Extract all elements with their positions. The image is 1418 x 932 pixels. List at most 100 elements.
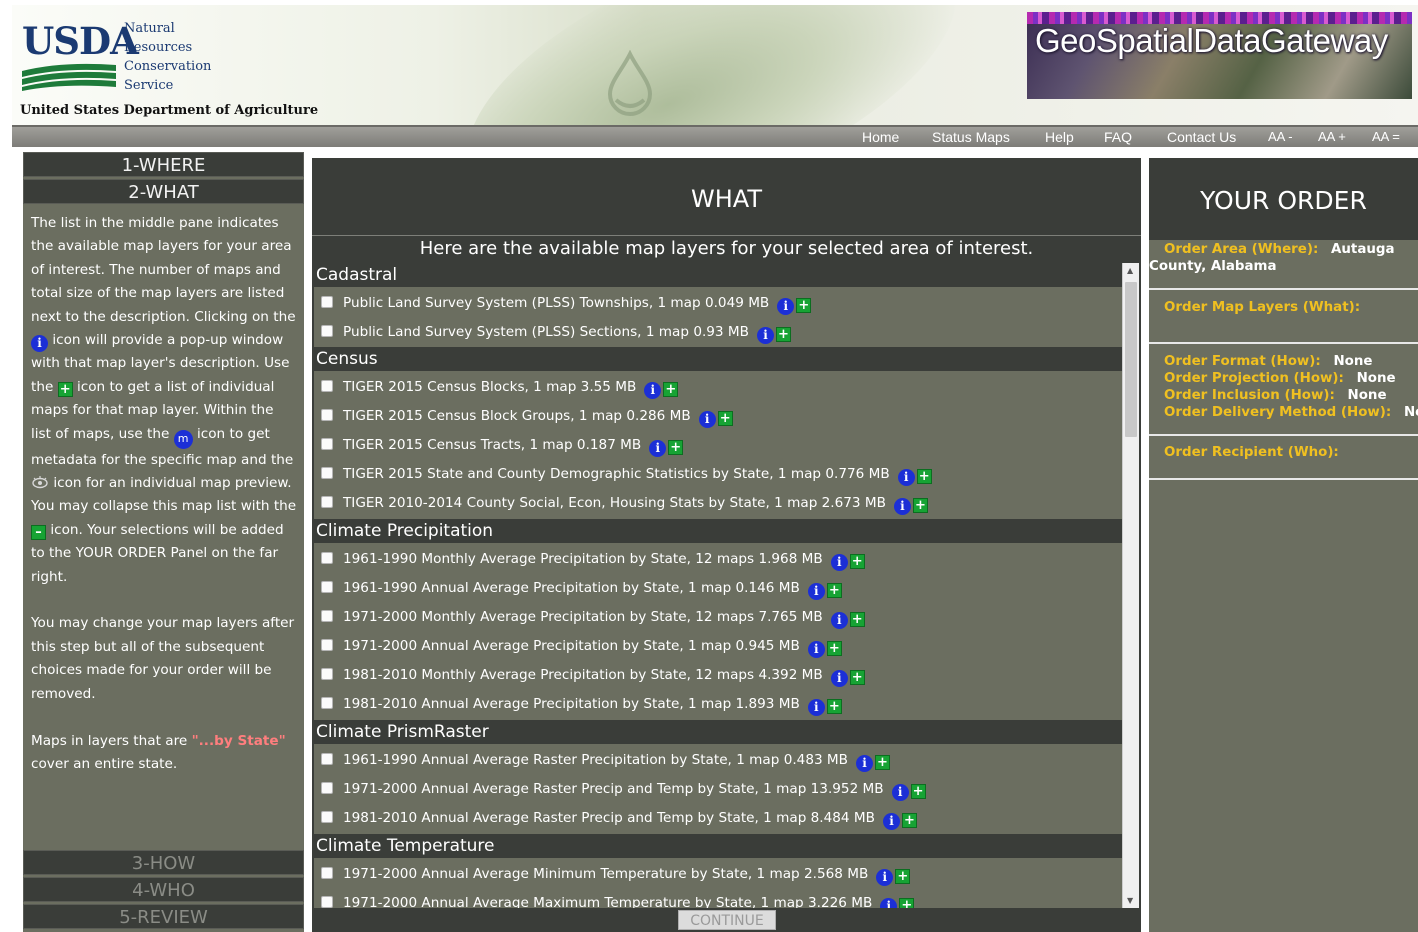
layer-item: TIGER 2015 Census Tracts, 1 map 0.187 MB… <box>321 431 1121 460</box>
layer-item: TIGER 2015 Census Block Groups, 1 map 0.… <box>321 402 1121 431</box>
layer-item: 1971-2000 Annual Average Precipitation b… <box>321 632 1121 661</box>
plus-icon[interactable]: + <box>796 298 812 313</box>
scroll-up-icon[interactable]: ▲ <box>1127 266 1133 275</box>
scrollbar-thumb[interactable] <box>1125 282 1137 437</box>
layer-checkbox[interactable] <box>321 697 333 709</box>
info-icon[interactable]: i <box>830 670 848 687</box>
info-icon[interactable]: i <box>644 382 662 399</box>
layer-checkbox[interactable] <box>321 668 333 680</box>
info-icon[interactable]: i <box>649 440 667 457</box>
info-icon[interactable]: i <box>830 554 848 571</box>
nav-faq[interactable]: FAQ <box>1104 129 1132 145</box>
plus-icon[interactable]: + <box>899 898 915 908</box>
scroll-down-icon[interactable]: ▼ <box>1127 896 1133 905</box>
info-icon[interactable]: i <box>807 641 825 658</box>
plus-icon[interactable]: + <box>826 641 842 656</box>
plus-icon[interactable]: + <box>916 469 932 484</box>
continue-bar: CONTINUE <box>312 908 1141 932</box>
order-delivery-value: None <box>1403 405 1418 420</box>
info-icon[interactable]: i <box>756 327 774 344</box>
info-icon[interactable]: i <box>856 755 873 772</box>
plus-icon[interactable]: + <box>668 440 684 455</box>
minus-icon: – <box>31 524 46 540</box>
plus-icon[interactable]: + <box>826 583 842 598</box>
nav-help[interactable]: Help <box>1045 129 1074 145</box>
layer-item: 1961-1990 Annual Average Raster Precipit… <box>321 746 1121 775</box>
plus-icon: + <box>57 381 73 397</box>
step-who: 4-WHO <box>23 877 304 902</box>
layer-checkbox[interactable] <box>321 296 333 308</box>
plus-icon[interactable]: + <box>775 327 791 342</box>
info-icon[interactable]: i <box>882 813 900 830</box>
layer-checkbox[interactable] <box>321 610 333 622</box>
layer-item: TIGER 2015 State and County Demographic … <box>321 460 1121 489</box>
order-title: YOUR ORDER <box>1149 158 1418 240</box>
nav-status-maps[interactable]: Status Maps <box>932 129 1010 145</box>
order-inclusion-value: None <box>1347 388 1387 403</box>
layer-checkbox[interactable] <box>321 552 333 564</box>
layer-checkbox[interactable] <box>321 782 333 794</box>
layer-checkbox[interactable] <box>321 467 333 479</box>
plus-icon[interactable]: + <box>663 382 679 397</box>
info-icon[interactable]: i <box>807 699 825 716</box>
order-recipient-label: Order Recipient (Who): <box>1164 445 1339 460</box>
layer-list-scrollbar[interactable]: ▲ ▼ <box>1122 263 1139 908</box>
layer-item: Public Land Survey System (PLSS) Section… <box>321 318 1121 347</box>
plus-icon[interactable]: + <box>826 699 842 714</box>
continue-button[interactable]: CONTINUE <box>678 910 776 930</box>
layer-checkbox[interactable] <box>321 380 333 392</box>
info-icon[interactable]: i <box>698 411 716 428</box>
nav-home[interactable]: Home <box>862 129 899 145</box>
layer-item: 1981-2010 Annual Average Raster Precip a… <box>321 804 1121 833</box>
info-icon: i <box>31 335 48 353</box>
plus-icon[interactable]: + <box>910 784 926 799</box>
layer-checkbox[interactable] <box>321 639 333 651</box>
category-climate-temperature: Climate Temperature <box>314 834 1122 858</box>
info-icon[interactable]: i <box>876 869 894 886</box>
step-what[interactable]: 2-WHAT <box>23 179 304 204</box>
font-increase-button[interactable]: AA + <box>1318 129 1346 144</box>
layer-list: Cadastral Public Land Survey System (PLS… <box>314 263 1122 908</box>
layer-item: Public Land Survey System (PLSS) Townshi… <box>321 289 1121 318</box>
layer-checkbox[interactable] <box>321 581 333 593</box>
info-icon[interactable]: i <box>777 298 795 315</box>
order-layers-section: Order Map Layers (What): <box>1149 290 1418 344</box>
font-decrease-button[interactable]: AA - <box>1268 129 1293 144</box>
steps-pane: 1-WHERE 2-WHAT The list in the middle pa… <box>23 152 304 932</box>
info-icon[interactable]: i <box>897 469 915 486</box>
layer-item: TIGER 2015 Census Blocks, 1 map 3.55 MB i… <box>321 373 1121 402</box>
order-projection-value: None <box>1356 371 1396 386</box>
layer-checkbox[interactable] <box>321 753 333 765</box>
info-icon[interactable]: i <box>893 498 911 515</box>
info-icon[interactable]: i <box>880 898 898 908</box>
instructions-text: The list in the middle pane indicates th… <box>31 215 297 772</box>
plus-icon[interactable]: + <box>717 411 733 426</box>
top-nav: Home Status Maps Help FAQ Contact Us AA … <box>12 125 1418 147</box>
plus-icon[interactable]: + <box>875 755 890 770</box>
preview-eye-icon <box>32 476 48 489</box>
plus-icon[interactable]: + <box>849 612 865 627</box>
info-icon[interactable]: i <box>807 583 825 600</box>
plus-icon[interactable]: + <box>849 554 865 569</box>
font-reset-button[interactable]: AA = <box>1372 129 1400 144</box>
layer-item: 1981-2010 Monthly Average Precipitation … <box>321 661 1121 690</box>
info-icon[interactable]: i <box>891 784 909 801</box>
nav-contact-us[interactable]: Contact Us <box>1167 129 1236 145</box>
plus-icon[interactable]: + <box>901 813 917 828</box>
gateway-title: GeoSpatialDataGateway <box>1035 22 1388 59</box>
step-where[interactable]: 1-WHERE <box>23 152 304 177</box>
plus-icon[interactable]: + <box>849 670 865 685</box>
layer-checkbox[interactable] <box>321 496 333 508</box>
layer-checkbox[interactable] <box>321 867 333 879</box>
layer-checkbox[interactable] <box>321 325 333 337</box>
plus-icon[interactable]: + <box>912 498 928 513</box>
plus-icon[interactable]: + <box>895 869 911 884</box>
layer-checkbox[interactable] <box>321 438 333 450</box>
layer-checkbox[interactable] <box>321 811 333 823</box>
step-review: 5-REVIEW <box>23 904 304 929</box>
layer-checkbox[interactable] <box>321 896 333 908</box>
layer-checkbox[interactable] <box>321 409 333 421</box>
info-icon[interactable]: i <box>830 612 848 629</box>
order-format-value: None <box>1333 354 1373 369</box>
order-recipient-section: Order Recipient (Who): <box>1149 436 1418 480</box>
